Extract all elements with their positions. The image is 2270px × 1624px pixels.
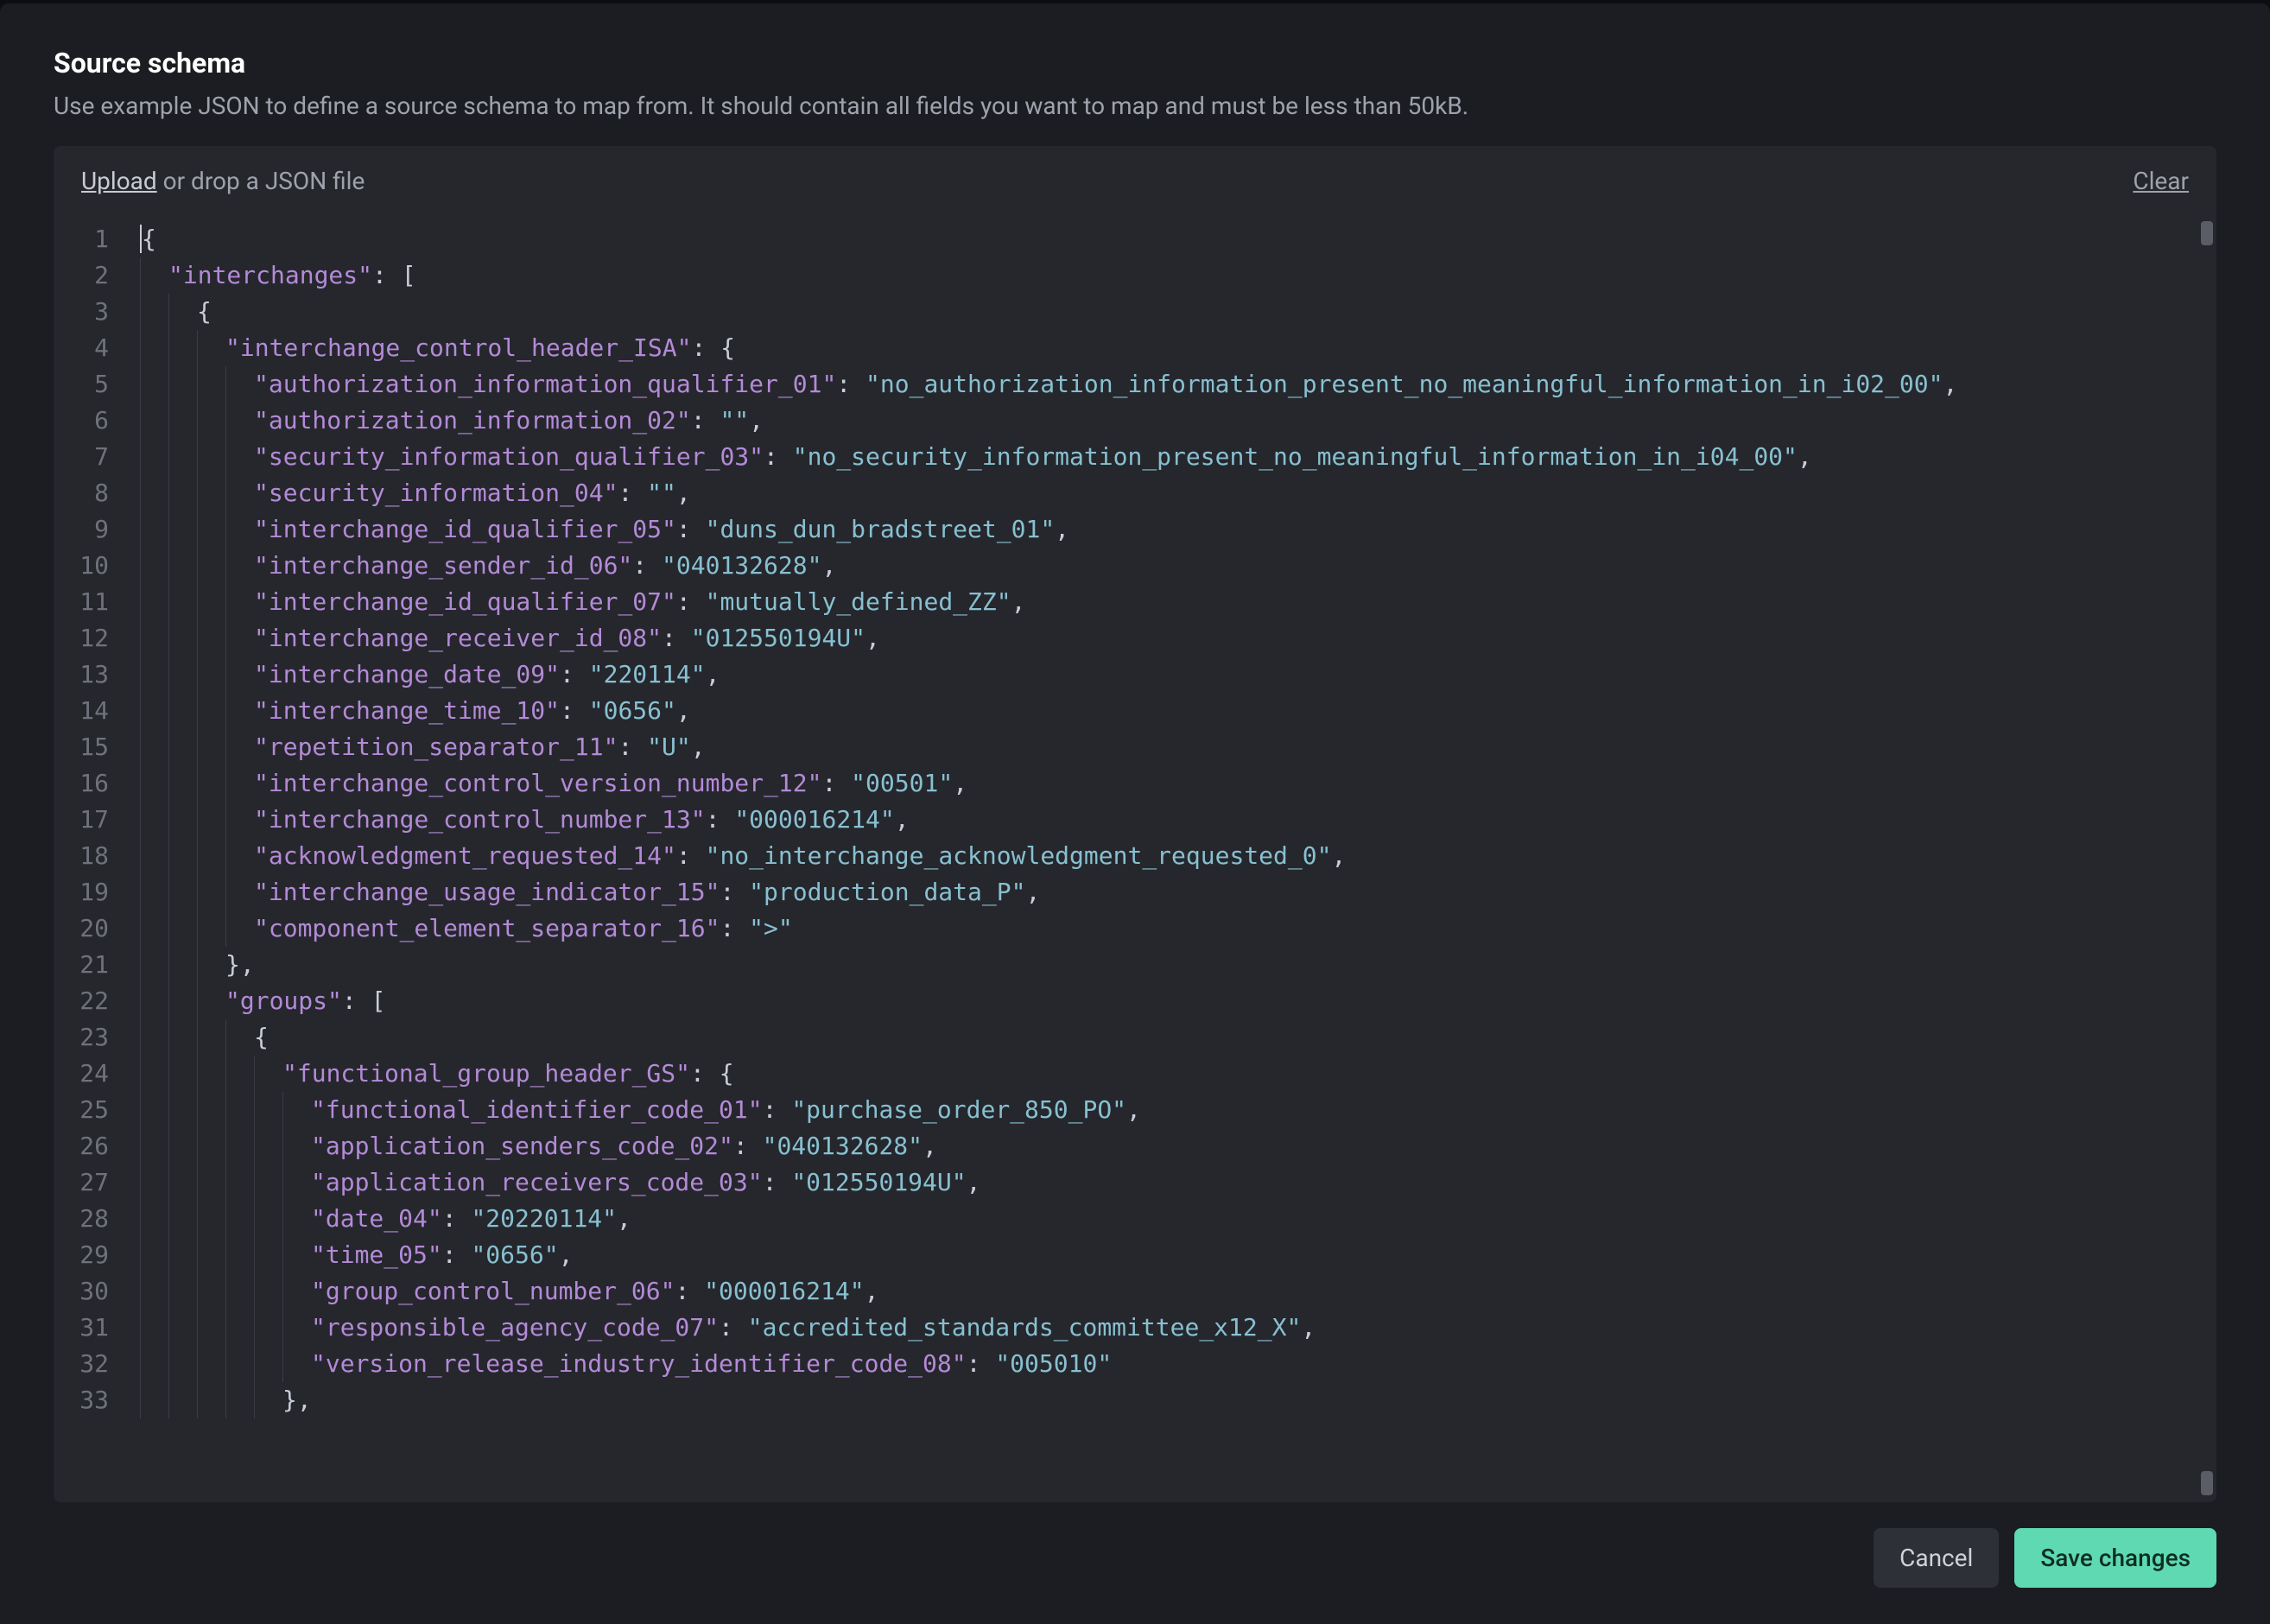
line-number: 6 bbox=[54, 403, 109, 439]
code-line[interactable]: "application_receivers_code_03": "012550… bbox=[140, 1164, 2216, 1201]
scroll-thumb[interactable] bbox=[2201, 221, 2213, 245]
upload-link[interactable]: Upload bbox=[81, 167, 157, 195]
line-number: 30 bbox=[54, 1273, 109, 1310]
code-line[interactable]: { bbox=[140, 1019, 2216, 1056]
cancel-button[interactable]: Cancel bbox=[1874, 1528, 1999, 1588]
save-button[interactable]: Save changes bbox=[2014, 1528, 2216, 1588]
code-line[interactable]: }, bbox=[140, 1382, 2216, 1418]
json-editor[interactable]: 1234567891011121314151617181920212223242… bbox=[54, 216, 2216, 1502]
line-number: 8 bbox=[54, 475, 109, 511]
line-number: 5 bbox=[54, 366, 109, 403]
line-number: 16 bbox=[54, 765, 109, 802]
line-number: 14 bbox=[54, 693, 109, 729]
code-line[interactable]: { bbox=[140, 221, 2216, 257]
line-number: 29 bbox=[54, 1237, 109, 1273]
line-number: 32 bbox=[54, 1346, 109, 1382]
code-line[interactable]: "interchange_control_version_number_12":… bbox=[140, 765, 2216, 802]
code-line[interactable]: "acknowledgment_requested_14": "no_inter… bbox=[140, 838, 2216, 874]
line-gutter: 1234567891011121314151617181920212223242… bbox=[54, 221, 140, 1502]
code-line[interactable]: "group_control_number_06": "000016214", bbox=[140, 1273, 2216, 1310]
code-line[interactable]: "interchange_date_09": "220114", bbox=[140, 657, 2216, 693]
line-number: 23 bbox=[54, 1019, 109, 1056]
line-number: 3 bbox=[54, 294, 109, 330]
line-number: 4 bbox=[54, 330, 109, 366]
code-line[interactable]: "interchange_control_header_ISA": { bbox=[140, 330, 2216, 366]
code-line[interactable]: "security_information_qualifier_03": "no… bbox=[140, 439, 2216, 475]
line-number: 26 bbox=[54, 1128, 109, 1164]
code-line[interactable]: "interchange_usage_indicator_15": "produ… bbox=[140, 874, 2216, 910]
modal-footer: Cancel Save changes bbox=[54, 1502, 2216, 1588]
code-line[interactable]: "authorization_information_02": "", bbox=[140, 403, 2216, 439]
panel-toolbar: Upload or drop a JSON file Clear bbox=[54, 146, 2216, 216]
code-line[interactable]: "component_element_separator_16": ">" bbox=[140, 910, 2216, 947]
line-number: 11 bbox=[54, 584, 109, 620]
code-line[interactable]: "interchanges": [ bbox=[140, 257, 2216, 294]
code-line[interactable]: "functional_group_header_GS": { bbox=[140, 1056, 2216, 1092]
line-number: 27 bbox=[54, 1164, 109, 1201]
editor-panel: Upload or drop a JSON file Clear 1234567… bbox=[54, 146, 2216, 1502]
line-number: 17 bbox=[54, 802, 109, 838]
line-number: 12 bbox=[54, 620, 109, 657]
line-number: 31 bbox=[54, 1310, 109, 1346]
line-number: 7 bbox=[54, 439, 109, 475]
line-number: 19 bbox=[54, 874, 109, 910]
editor-scrollbar[interactable] bbox=[2201, 221, 2213, 1495]
code-line[interactable]: }, bbox=[140, 947, 2216, 983]
modal-title: Source schema bbox=[54, 47, 2216, 79]
code-line[interactable]: "date_04": "20220114", bbox=[140, 1201, 2216, 1237]
code-line[interactable]: "interchange_control_number_13": "000016… bbox=[140, 802, 2216, 838]
line-number: 20 bbox=[54, 910, 109, 947]
code-line[interactable]: "repetition_separator_11": "U", bbox=[140, 729, 2216, 765]
code-line[interactable]: "interchange_id_qualifier_05": "duns_dun… bbox=[140, 511, 2216, 548]
code-line[interactable]: { bbox=[140, 294, 2216, 330]
upload-area[interactable]: Upload or drop a JSON file bbox=[81, 167, 365, 195]
code-line[interactable]: "version_release_industry_identifier_cod… bbox=[140, 1346, 2216, 1382]
line-number: 13 bbox=[54, 657, 109, 693]
line-number: 9 bbox=[54, 511, 109, 548]
code-area[interactable]: {"interchanges": [{"interchange_control_… bbox=[140, 221, 2216, 1502]
code-line[interactable]: "responsible_agency_code_07": "accredite… bbox=[140, 1310, 2216, 1346]
line-number: 33 bbox=[54, 1382, 109, 1418]
code-line[interactable]: "groups": [ bbox=[140, 983, 2216, 1019]
scroll-thumb[interactable] bbox=[2201, 1471, 2213, 1495]
line-number: 21 bbox=[54, 947, 109, 983]
modal-subtitle: Use example JSON to define a source sche… bbox=[54, 92, 2216, 120]
line-number: 22 bbox=[54, 983, 109, 1019]
code-line[interactable]: "authorization_information_qualifier_01"… bbox=[140, 366, 2216, 403]
line-number: 24 bbox=[54, 1056, 109, 1092]
code-line[interactable]: "time_05": "0656", bbox=[140, 1237, 2216, 1273]
line-number: 10 bbox=[54, 548, 109, 584]
code-line[interactable]: "interchange_receiver_id_08": "012550194… bbox=[140, 620, 2216, 657]
code-line[interactable]: "interchange_id_qualifier_07": "mutually… bbox=[140, 584, 2216, 620]
source-schema-modal: Source schema Use example JSON to define… bbox=[0, 3, 2270, 1624]
code-line[interactable]: "interchange_sender_id_06": "040132628", bbox=[140, 548, 2216, 584]
code-line[interactable]: "application_senders_code_02": "04013262… bbox=[140, 1128, 2216, 1164]
clear-link[interactable]: Clear bbox=[2133, 167, 2189, 195]
code-line[interactable]: "security_information_04": "", bbox=[140, 475, 2216, 511]
line-number: 2 bbox=[54, 257, 109, 294]
code-line[interactable]: "interchange_time_10": "0656", bbox=[140, 693, 2216, 729]
line-number: 18 bbox=[54, 838, 109, 874]
upload-suffix: or drop a JSON file bbox=[157, 167, 365, 195]
line-number: 28 bbox=[54, 1201, 109, 1237]
line-number: 1 bbox=[54, 221, 109, 257]
line-number: 15 bbox=[54, 729, 109, 765]
line-number: 25 bbox=[54, 1092, 109, 1128]
code-line[interactable]: "functional_identifier_code_01": "purcha… bbox=[140, 1092, 2216, 1128]
